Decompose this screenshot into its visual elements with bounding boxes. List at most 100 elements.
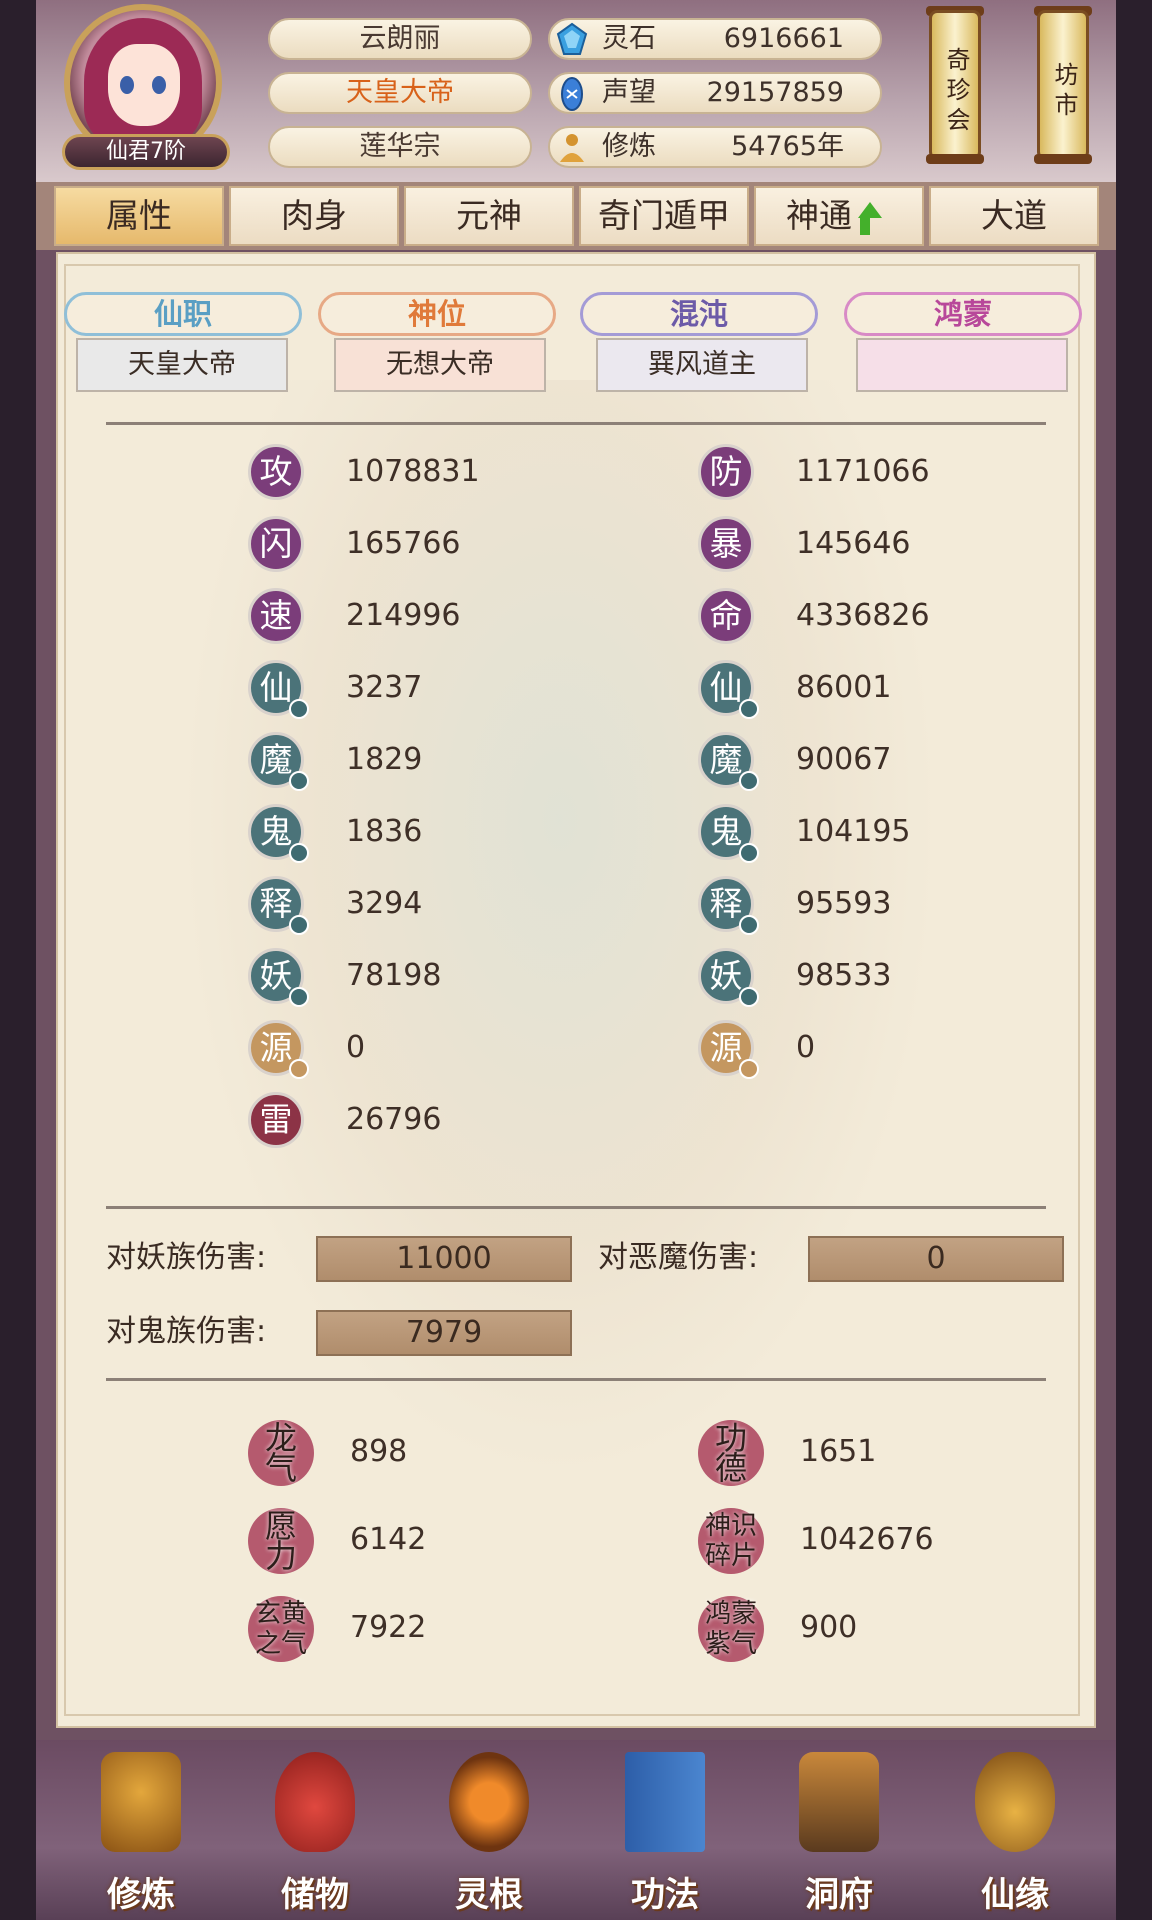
rank-tab-immortal-post[interactable]: 仙职: [64, 292, 302, 336]
tab-great-dao[interactable]: 大道: [929, 186, 1099, 246]
defense-mark-icon: [739, 1059, 759, 1079]
ghost-race-damage-label: 对鬼族伤害:: [106, 1314, 267, 1349]
nav-cultivate-label: 修炼: [107, 1875, 175, 1915]
cultivation-label: 修炼: [602, 131, 656, 162]
stat-badge: 源: [248, 1020, 309, 1079]
nav-cultivate[interactable]: 修炼: [66, 1752, 216, 1920]
resource-label: 功德: [714, 1419, 747, 1487]
stat-value: 3237: [346, 670, 423, 705]
spirit-stone-icon: [554, 22, 590, 58]
upgrade-arrow-stem: [860, 217, 870, 235]
nav-spirit-root[interactable]: 灵根: [414, 1752, 564, 1920]
cultivation-counter: 修炼 54765年: [548, 126, 882, 168]
avatar-eye: [152, 76, 166, 94]
stat-badge: 释: [248, 876, 309, 935]
stat-value: 4336826: [796, 598, 930, 633]
nav-cave-dwelling[interactable]: 洞府: [764, 1752, 914, 1920]
stat-badge: 攻: [248, 444, 304, 500]
resource-badge: 神识碎片: [698, 1508, 764, 1574]
rank-tab-divine-seat[interactable]: 神位: [318, 292, 556, 336]
resource-value: 7922: [350, 1610, 427, 1645]
rank-tab-hongmeng[interactable]: 鸿蒙: [844, 292, 1082, 336]
spirit-stone-label: 灵石: [602, 23, 656, 54]
player-title: 天皇大帝: [268, 72, 532, 114]
nav-fate[interactable]: 仙缘: [940, 1752, 1090, 1920]
treasure-fair-button[interactable]: 奇珍会: [929, 10, 981, 160]
pavilion-icon: [799, 1752, 879, 1852]
stat-badge: 鬼: [698, 804, 759, 863]
stat-value: 104195: [796, 814, 911, 849]
stat-value: 86001: [796, 670, 892, 705]
stat-badge: 源: [698, 1020, 759, 1079]
stat-badge: 魔: [698, 732, 759, 791]
nav-storage-label: 储物: [281, 1875, 349, 1915]
nav-techniques-label: 功法: [631, 1875, 699, 1915]
stat-value: 1836: [346, 814, 423, 849]
stat-value: 0: [796, 1030, 816, 1065]
nav-techniques[interactable]: 功法: [590, 1752, 740, 1920]
stat-badge: 雷: [248, 1092, 304, 1148]
rank-badge: 仙君7阶: [62, 134, 230, 170]
attack-mark-icon: [289, 987, 309, 1007]
prestige-counter: 声望 29157859: [548, 72, 882, 114]
player-name: 云朗丽: [268, 18, 532, 60]
tab-divine-power[interactable]: 神通: [754, 186, 924, 246]
stat-value: 3294: [346, 886, 423, 921]
avatar-eye: [120, 76, 134, 94]
tab-spirit[interactable]: 元神: [404, 186, 574, 246]
stat-value: 214996: [346, 598, 461, 633]
stat-badge: 速: [248, 588, 304, 644]
scroll-cap: [926, 154, 984, 164]
section-divider: [106, 422, 1046, 425]
rank-value-immortal-post: 天皇大帝: [76, 338, 288, 392]
stat-value: 95593: [796, 886, 892, 921]
defense-mark-icon: [739, 771, 759, 791]
stat-value: 1171066: [796, 454, 930, 489]
stat-badge: 闪: [248, 516, 304, 572]
stat-value: 26796: [346, 1102, 442, 1137]
market-button[interactable]: 坊市: [1037, 10, 1089, 160]
tab-qimen-dunjia[interactable]: 奇门遁甲: [579, 186, 749, 246]
defense-mark-icon: [739, 843, 759, 863]
defense-mark-icon: [739, 699, 759, 719]
resource-value: 6142: [350, 1522, 427, 1557]
scroll-cap: [1034, 154, 1092, 164]
prestige-icon: [554, 76, 590, 112]
resource-badge: 鸿蒙紫气: [698, 1596, 764, 1662]
tab-divine-power-label: 神通: [786, 196, 852, 235]
defense-mark-icon: [739, 915, 759, 935]
stat-badge: 命: [698, 588, 754, 644]
stat-value: 0: [346, 1030, 366, 1065]
nav-fate-label: 仙缘: [981, 1875, 1049, 1915]
attack-mark-icon: [289, 771, 309, 791]
demon-race-damage-value: 11000: [316, 1236, 572, 1282]
prestige-value: 29157859: [706, 77, 844, 108]
tab-attributes[interactable]: 属性: [54, 186, 224, 246]
stat-value: 145646: [796, 526, 911, 561]
book-icon: [625, 1752, 705, 1852]
resource-value: 898: [350, 1434, 408, 1469]
attack-mark-icon: [289, 915, 309, 935]
section-divider: [106, 1206, 1046, 1209]
spirit-root-icon: [449, 1752, 529, 1852]
nav-storage[interactable]: 储物: [240, 1752, 390, 1920]
resource-label: 神识碎片: [704, 1511, 757, 1571]
stat-value: 78198: [346, 958, 442, 993]
meditating-monk-icon: [101, 1752, 181, 1852]
gourd-icon: [975, 1752, 1055, 1852]
stat-value: 165766: [346, 526, 461, 561]
stat-badge: 暴: [698, 516, 754, 572]
resource-value: 900: [800, 1610, 858, 1645]
treasure-bag-icon: [275, 1752, 355, 1852]
cultivation-icon: [554, 130, 590, 166]
cultivation-value: 54765年: [731, 131, 844, 162]
stat-value: 90067: [796, 742, 892, 777]
tab-body[interactable]: 肉身: [229, 186, 399, 246]
evil-demon-damage-value: 0: [808, 1236, 1064, 1282]
rank-tab-chaos[interactable]: 混沌: [580, 292, 818, 336]
stat-value: 1078831: [346, 454, 480, 489]
resource-badge: 愿力: [248, 1508, 314, 1574]
upgrade-arrow-icon: [858, 201, 882, 218]
nav-spirit-root-label: 灵根: [455, 1875, 523, 1915]
section-divider: [106, 1378, 1046, 1381]
